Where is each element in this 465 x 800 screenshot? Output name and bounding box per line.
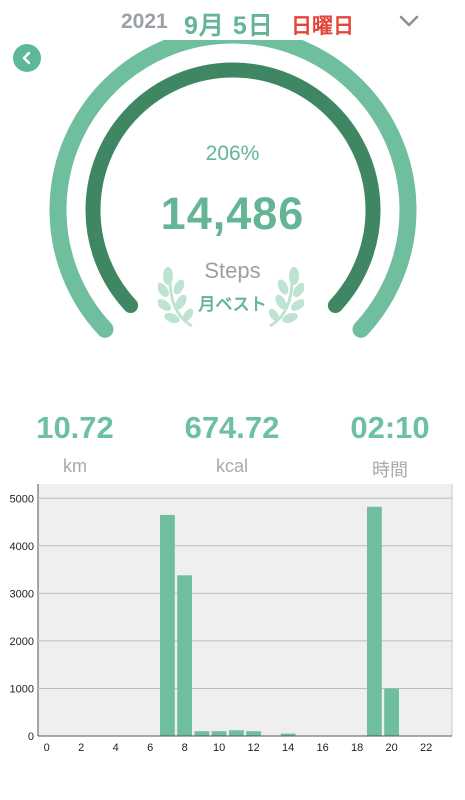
distance-value: 10.72 xyxy=(36,410,114,445)
duration-value: 02:10 xyxy=(350,410,430,445)
bar xyxy=(177,575,192,736)
distance-stat: 10.72 km xyxy=(0,410,150,477)
calories-stat: 674.72 kcal xyxy=(157,410,307,477)
x-tick-label: 4 xyxy=(113,742,119,754)
date-year: 2021 xyxy=(121,10,168,33)
y-tick-label: 0 xyxy=(28,731,34,743)
x-tick-label: 12 xyxy=(248,742,260,754)
x-tick-label: 18 xyxy=(351,742,363,754)
bar xyxy=(160,514,175,736)
bar xyxy=(194,731,210,736)
bar xyxy=(246,731,261,736)
y-tick-label: 5000 xyxy=(10,493,34,505)
x-tick-label: 10 xyxy=(213,742,225,754)
date-weekday: 日曜日 xyxy=(291,15,354,38)
step-count: 14,486 xyxy=(160,188,305,239)
x-tick-label: 14 xyxy=(282,742,294,754)
y-tick-label: 1000 xyxy=(10,683,34,695)
monthly-best-badge: 月ベスト xyxy=(198,295,267,314)
x-tick-label: 8 xyxy=(182,742,188,754)
distance-unit: km xyxy=(63,456,87,476)
hourly-steps-chart: 0 1000 2000 3000 4000 5000 0 2 4 6 8 10 12 14 16 18 20 22 xyxy=(10,484,453,754)
step-unit: Steps xyxy=(204,258,261,283)
x-tick-label: 16 xyxy=(317,742,329,754)
date-month-day: 9月 5日 xyxy=(184,12,274,40)
x-tick-label: 6 xyxy=(147,742,153,754)
duration-stat: 02:10 時間 xyxy=(315,410,465,482)
x-tick-label: 0 xyxy=(44,742,50,754)
bar xyxy=(229,730,244,736)
calories-unit: kcal xyxy=(215,456,248,476)
y-tick-label: 2000 xyxy=(10,636,34,648)
y-tick-label: 4000 xyxy=(10,541,34,553)
bar xyxy=(211,731,227,736)
bar xyxy=(367,506,382,736)
calories-value: 674.72 xyxy=(184,410,280,445)
x-tick-label: 20 xyxy=(386,742,398,754)
bar xyxy=(384,688,399,736)
chevron-down-icon[interactable] xyxy=(398,12,420,30)
y-tick-label: 3000 xyxy=(10,588,34,600)
x-tick-label: 22 xyxy=(420,742,432,754)
x-tick-label: 2 xyxy=(78,742,84,754)
goal-percent: 206% xyxy=(205,142,260,165)
